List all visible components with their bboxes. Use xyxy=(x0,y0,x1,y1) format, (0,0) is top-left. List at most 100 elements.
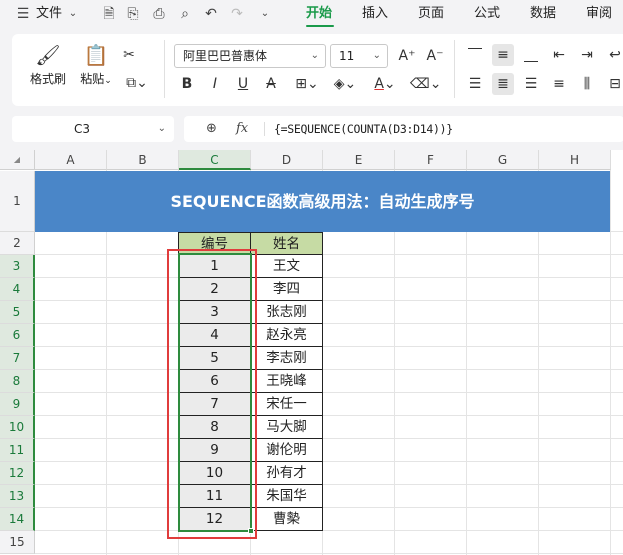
seq-cell[interactable]: 10 xyxy=(178,462,251,485)
name-cell[interactable]: 李志刚 xyxy=(251,347,323,370)
select-all-corner[interactable]: ◢ xyxy=(0,150,35,170)
row-header-7[interactable]: 7 xyxy=(0,347,35,370)
italic-button[interactable]: I xyxy=(204,73,226,95)
print-preview-icon[interactable]: ⌕ xyxy=(176,5,194,23)
grow-font-button[interactable]: A⁺ xyxy=(396,45,418,67)
row-header-10[interactable]: 10 xyxy=(0,416,35,439)
tab-data[interactable]: 数据 xyxy=(530,5,556,23)
file-menu[interactable]: 文件 xyxy=(36,5,62,23)
seq-cell[interactable]: 1 xyxy=(178,255,251,278)
name-cell[interactable]: 张志刚 xyxy=(251,301,323,324)
row-header-5[interactable]: 5 xyxy=(0,301,35,324)
row-header-12[interactable]: 12 xyxy=(0,462,35,485)
chevron-down-icon[interactable]: ⌄ xyxy=(64,5,82,23)
align-top-icon[interactable]: ⎺ xyxy=(464,44,486,66)
font-family-select[interactable]: 阿里巴巴普惠体 ⌄ xyxy=(174,44,326,68)
distribute-icon[interactable]: ⫼ xyxy=(576,73,598,95)
justify-icon[interactable]: ≡ xyxy=(548,73,570,95)
clear-format-icon[interactable]: ⌫⌄ xyxy=(410,73,442,95)
border-icon[interactable]: ⊞⌄ xyxy=(292,73,322,95)
seq-cell[interactable]: 11 xyxy=(178,485,251,508)
name-cell[interactable]: 王文 xyxy=(251,255,323,278)
name-cell[interactable]: 宋任一 xyxy=(251,393,323,416)
tab-page[interactable]: 页面 xyxy=(418,5,444,23)
seq-cell[interactable]: 12 xyxy=(178,508,251,531)
format-painter-button[interactable]: 🖌 格式刷 xyxy=(26,42,70,86)
column-header-c[interactable]: C xyxy=(179,150,251,170)
name-cell[interactable]: 赵永亮 xyxy=(251,324,323,347)
tab-home[interactable]: 开始 xyxy=(306,5,332,23)
fill-handle[interactable] xyxy=(248,528,254,534)
align-middle-icon[interactable]: ≡ xyxy=(492,44,514,66)
align-left-icon[interactable]: ☰ xyxy=(464,73,486,95)
cut-icon[interactable]: ✂ xyxy=(118,44,140,66)
row-header-13[interactable]: 13 xyxy=(0,485,35,508)
column-header-e[interactable]: E xyxy=(323,150,395,170)
redo-icon[interactable]: ↷ xyxy=(228,5,246,23)
header-name-cell[interactable]: 姓名 xyxy=(251,232,323,255)
seq-cell[interactable]: 5 xyxy=(178,347,251,370)
column-header-b[interactable]: B xyxy=(107,150,179,170)
align-bottom-icon[interactable]: ⎽ xyxy=(520,44,542,66)
copy-icon[interactable]: ⧉⌄ xyxy=(120,72,154,94)
align-right-icon[interactable]: ☰ xyxy=(520,73,542,95)
print-icon[interactable]: ⎙ xyxy=(150,5,168,23)
formula-text[interactable]: {=SEQUENCE(COUNTA(D3:D14))} xyxy=(274,116,453,142)
bold-button[interactable]: B xyxy=(176,73,198,95)
more-chevron-icon[interactable]: ⌄ xyxy=(256,5,274,23)
underline-button[interactable]: U xyxy=(232,73,254,95)
column-header-g[interactable]: G xyxy=(467,150,539,170)
seq-cell[interactable]: 6 xyxy=(178,370,251,393)
name-cell[interactable]: 朱国华 xyxy=(251,485,323,508)
row-header-1[interactable]: 1 xyxy=(0,171,35,232)
name-cell[interactable]: 马大脚 xyxy=(251,416,323,439)
row-header-6[interactable]: 6 xyxy=(0,324,35,347)
row-header-2[interactable]: 2 xyxy=(0,232,35,255)
row-header-9[interactable]: 9 xyxy=(0,393,35,416)
decrease-indent-icon[interactable]: ⇤ xyxy=(548,44,570,66)
strikethrough-button[interactable]: A xyxy=(260,73,282,95)
name-cell[interactable]: 孙有才 xyxy=(251,462,323,485)
wrap-text-icon[interactable]: ↩ xyxy=(604,44,623,66)
row-header-11[interactable]: 11 xyxy=(0,439,35,462)
seq-cell[interactable]: 2 xyxy=(178,278,251,301)
seq-cell[interactable]: 3 xyxy=(178,301,251,324)
undo-icon[interactable]: ↶ xyxy=(202,5,220,23)
name-cell[interactable]: 王晓峰 xyxy=(251,370,323,393)
seq-cell[interactable]: 4 xyxy=(178,324,251,347)
row-header-15[interactable]: 15 xyxy=(0,531,35,554)
column-header-h[interactable]: H xyxy=(539,150,611,170)
font-color-button[interactable]: A⌄ xyxy=(370,73,400,95)
row-header-14[interactable]: 14 xyxy=(0,508,35,531)
column-header-a[interactable]: A xyxy=(35,150,107,170)
paste-button[interactable]: 📋 粘贴⌄ xyxy=(76,42,116,88)
font-size-select[interactable]: 11 ⌄ xyxy=(330,44,388,68)
name-cell[interactable]: 谢伦明 xyxy=(251,439,323,462)
fill-color-icon[interactable]: ◈⌄ xyxy=(330,73,360,95)
name-cell[interactable]: 曹槷 xyxy=(251,508,323,531)
export-icon[interactable]: ⎘ xyxy=(124,5,142,23)
row-header-8[interactable]: 8 xyxy=(0,370,35,393)
spreadsheet-grid[interactable]: ◢ ABCDEFGH 1 2 3 4 5 6 7 8 9 10 11 12 13 14 15 SEQUENC… xyxy=(0,150,623,555)
shrink-font-button[interactable]: A⁻ xyxy=(424,45,446,67)
zoom-icon[interactable]: ⊕ xyxy=(206,116,217,142)
tab-insert[interactable]: 插入 xyxy=(362,5,388,23)
fx-icon[interactable]: fx xyxy=(236,116,248,142)
row-header-3[interactable]: 3 xyxy=(0,255,35,278)
merge-cells-icon[interactable]: ⊟ xyxy=(604,73,623,95)
column-header-d[interactable]: D xyxy=(251,150,323,170)
seq-cell[interactable]: 9 xyxy=(178,439,251,462)
name-cell[interactable]: 李四 xyxy=(251,278,323,301)
formula-bar[interactable]: ⊕ fx {=SEQUENCE(COUNTA(D3:D14))} xyxy=(184,116,623,142)
save-icon[interactable]: 🗎 xyxy=(100,5,118,23)
increase-indent-icon[interactable]: ⇥ xyxy=(576,44,598,66)
tab-formula[interactable]: 公式 xyxy=(474,5,500,23)
header-seq-cell[interactable]: 编号 xyxy=(178,232,251,255)
title-cell[interactable]: SEQUENCE函数高级用法：自动生成序号 xyxy=(35,171,610,232)
seq-cell[interactable]: 7 xyxy=(178,393,251,416)
hamburger-menu-icon[interactable]: ☰ xyxy=(14,5,32,23)
tab-review[interactable]: 审阅 xyxy=(586,5,612,23)
column-header-f[interactable]: F xyxy=(395,150,467,170)
align-center-icon[interactable]: ≣ xyxy=(492,73,514,95)
name-box[interactable]: C3 ⌄ xyxy=(12,116,174,142)
